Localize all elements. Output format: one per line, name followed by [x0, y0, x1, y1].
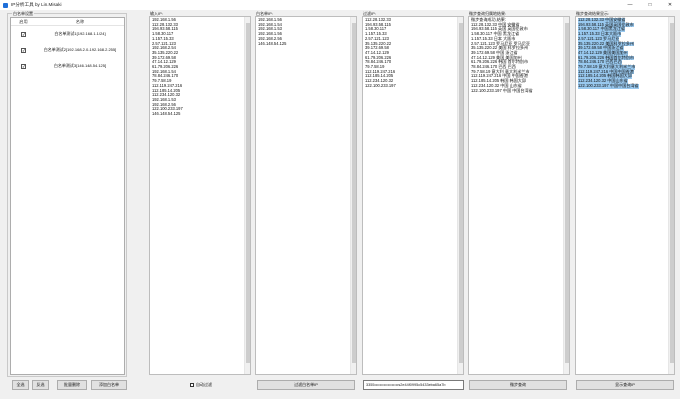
- select-all-button[interactable]: 全选: [12, 380, 29, 390]
- show-query-ip-button[interactable]: 显示查询IP: [576, 380, 674, 390]
- filtered-ip-scrollbar[interactable]: [457, 17, 463, 374]
- window-title: IP分析工具 by Lin.Misaki: [11, 2, 62, 7]
- auto-filter-checkbox-box[interactable]: [190, 383, 194, 387]
- close-icon[interactable]: ✕: [660, 0, 680, 10]
- table-row[interactable]: ✓ 白名单测试1[192.168.1.1/24]: [11, 26, 124, 42]
- text-line: 146.148.54.125: [152, 111, 181, 117]
- column-header-enabled[interactable]: 启用: [11, 18, 36, 25]
- row-enable-cell: ✓: [11, 63, 36, 69]
- invert-selection-button[interactable]: 反选: [32, 380, 49, 390]
- auto-filter-checkbox[interactable]: 自动过滤: [190, 382, 212, 388]
- text-line: 122.100.233.197: [365, 82, 396, 88]
- text-line: 146.148.54.125: [258, 40, 287, 46]
- app-icon: [3, 2, 8, 8]
- whitelisted-ip-lines: 192.168.1.56 192.168.1.54 192.168.1.53 192.…: [256, 17, 356, 47]
- weibu-query-button[interactable]: 微步查询: [469, 380, 567, 390]
- row-enable-checkbox[interactable]: ✓: [21, 63, 26, 69]
- auto-filter-label: 自动过滤: [196, 382, 212, 387]
- weibu-result-textarea[interactable]: 微步查询成功,结果: 112.28.132.33 中国 安徽省 194.93.58.…: [468, 16, 570, 375]
- title-bar: IP分析工具 by Lin.Misaki: [0, 0, 680, 10]
- weibu-result-lines: 微步查询成功,结果: 112.28.132.33 中国 安徽省 194.93.58.…: [469, 17, 569, 94]
- whitelist-table: 启用 名称 ✓ 白名单测试1[192.168.1.1/24] ✓ 白名单测试2[192…: [10, 17, 125, 375]
- whitelisted-ip-textarea[interactable]: 192.168.1.56 192.168.1.54 192.168.1.53 192.…: [255, 16, 357, 375]
- input-ip-textarea[interactable]: 192.168.1.56 112.28.132.33 194.93.58.115 1.…: [149, 16, 251, 375]
- text-line: 122.100.233.197 中国中国台湾省: [578, 82, 639, 89]
- row-name: 白名单测试3[146.148.54.125]: [53, 63, 107, 68]
- weibu-result-scrollbar[interactable]: [563, 17, 569, 374]
- column-header-name[interactable]: 名称: [36, 18, 124, 25]
- query-display-lines: 112.28.132.33 中国安徽省 194.93.58.115 英国英国伦敦市…: [576, 17, 674, 90]
- filter-whitelist-button[interactable]: 过滤白名单IP: [257, 380, 355, 390]
- row-enable-cell: ✓: [11, 31, 36, 37]
- input-ip-lines: 192.168.1.56 112.28.132.33 194.93.58.115 1.…: [150, 17, 250, 118]
- table-row[interactable]: ✓ 白名单测试3[146.148.54.125]: [11, 58, 124, 74]
- row-name: 白名单测试2[192.168.2.0-192.168.2.255]: [43, 47, 117, 52]
- whitelisted-ip-scrollbar[interactable]: [350, 17, 356, 374]
- batch-delete-button[interactable]: 批量删除: [57, 380, 87, 390]
- text-line: 122.100.233.197 中国 中国台湾省: [471, 87, 533, 93]
- query-display-scrollbar[interactable]: [668, 17, 674, 374]
- whitelist-group: 白名单设置 启用 名称 ✓ 白名单测试1[192.168.1.1/24] ✓ 白名单测…: [7, 11, 127, 377]
- filtered-ip-lines: 112.28.132.33 194.93.58.115 1.58.30.117 1.1…: [363, 17, 463, 90]
- whitelist-rows: ✓ 白名单测试1[192.168.1.1/24] ✓ 白名单测试2[192.168.2…: [11, 26, 124, 74]
- row-name: 白名单测试1[192.168.1.1/24]: [54, 31, 106, 36]
- api-key-input[interactable]: 3355••••••••••••••••••s2e44f0995c5433eba…: [363, 380, 464, 390]
- filtered-ip-textarea[interactable]: 112.28.132.33 194.93.58.115 1.58.30.117 1.1…: [362, 16, 464, 375]
- query-display-textarea[interactable]: 112.28.132.33 中国安徽省 194.93.58.115 英国英国伦敦市…: [575, 16, 675, 375]
- minimize-icon[interactable]: —: [620, 0, 640, 10]
- input-ip-scrollbar[interactable]: [244, 17, 250, 374]
- maximize-icon[interactable]: □: [640, 0, 660, 10]
- whitelist-table-header: 启用 名称: [11, 18, 124, 26]
- row-enable-checkbox[interactable]: ✓: [21, 31, 26, 37]
- row-enable-checkbox[interactable]: ✓: [21, 47, 26, 53]
- row-enable-cell: ✓: [11, 47, 36, 53]
- add-whitelist-button[interactable]: 添加白名单: [91, 380, 127, 390]
- table-row[interactable]: ✓ 白名单测试2[192.168.2.0-192.168.2.255]: [11, 42, 124, 58]
